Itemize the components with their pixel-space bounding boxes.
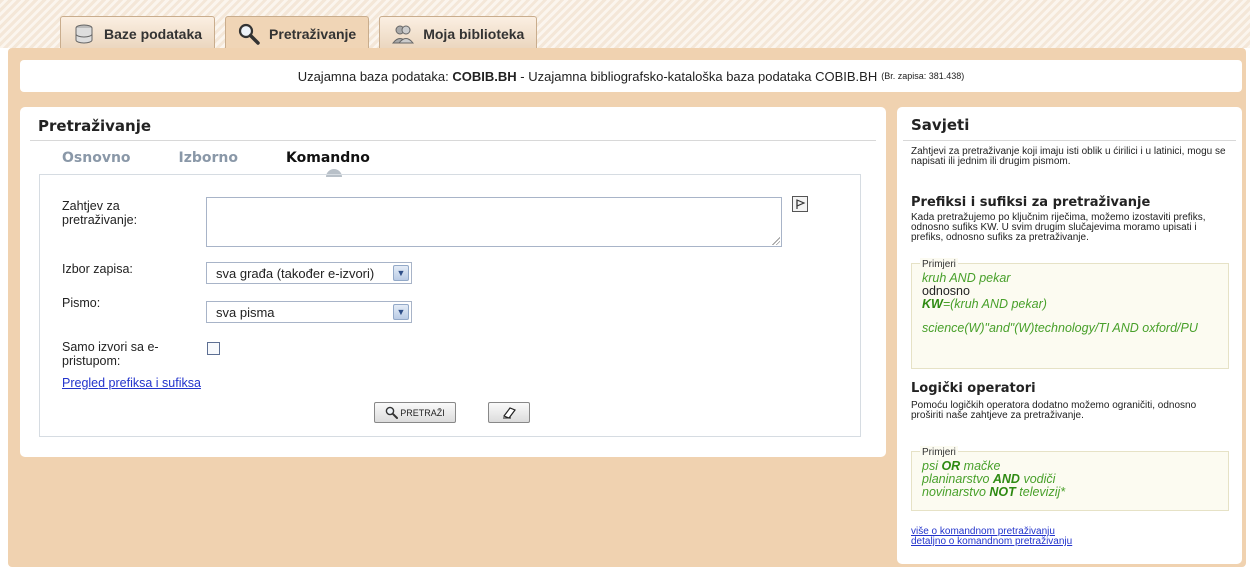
prefix-heading: Prefiksi i sufiksi za pretraživanje (911, 195, 1151, 210)
script-value: sva pisma (216, 304, 275, 320)
resize-handle[interactable] (772, 237, 780, 245)
search-mode-tabs: Osnovno Izborno Komandno (62, 150, 418, 177)
search-form: Zahtjev za pretraživanje: Izbor zapisa: … (39, 174, 861, 437)
eaccess-label: Samo izvori sa e-pristupom: (62, 340, 159, 368)
panel-title: Pretraživanje (38, 117, 152, 135)
examples-legend: Primjeri (920, 446, 958, 459)
search-panel: Pretraživanje Osnovno Izborno Komandno Z… (20, 107, 886, 457)
script-label: Pismo: (62, 296, 101, 310)
example-text: novinarstvo (922, 485, 990, 499)
script-select[interactable]: sva pisma ▼ (206, 301, 412, 323)
example-text: psi (922, 459, 942, 473)
search-button-label: PRETRAŽI (400, 407, 445, 418)
example-line: novinarstvo NOT televizij* (922, 486, 1228, 499)
prefix-examples: Primjeri kruh AND pekar odnosno KW=(kruh… (911, 258, 1229, 369)
chevron-down-icon[interactable]: ▼ (393, 265, 409, 281)
example-keyword: AND (992, 472, 1020, 486)
logic-examples: Primjeri psi OR mačke planinarstvo AND v… (911, 446, 1229, 511)
detailed-command-search-link[interactable]: detaljno o komandnom pretraživanju (911, 537, 1072, 547)
example-text: =(kruh AND pekar) (942, 297, 1047, 311)
tab-label: Pretraživanje (269, 25, 357, 42)
eraser-icon (503, 407, 516, 419)
clear-button[interactable] (488, 402, 530, 423)
example-keyword: OR (941, 459, 961, 473)
example-line: KW=(kruh AND pekar) (922, 298, 1228, 311)
main-tabs: Baze podataka Pretraživanje Moja bibliot… (60, 16, 547, 50)
database-info-bar: Uzajamna baza podataka: COBIB.BH - Uzaja… (20, 60, 1242, 92)
prefix-text: Kada pretražujemo po ključnim riječima, … (911, 212, 1206, 243)
flag-icon[interactable] (792, 196, 808, 212)
subtab-komandno[interactable]: Komandno (286, 150, 370, 177)
example-text: planinarstvo (922, 472, 993, 486)
tips-intro: Zahtjevi za pretraživanje koji imaju ist… (911, 146, 1226, 167)
example-line: science(W)"and"(W)technology/TI AND oxfo… (922, 321, 1198, 335)
search-icon (385, 406, 399, 419)
logic-heading: Logički operatori (911, 381, 1036, 396)
info-desc: - Uzajamna bibliografsko-kataloška baza … (520, 68, 878, 84)
tab-moja-biblioteka[interactable]: Moja biblioteka (379, 16, 538, 50)
record-count: (Br. zapisa: 381.438) (881, 71, 965, 81)
prefix-suffix-link[interactable]: Pregled prefiksa i sufiksa (62, 376, 201, 390)
search-button[interactable]: PRETRAŽI (374, 402, 456, 423)
example-text: vodiči (1019, 472, 1056, 486)
database-icon (73, 23, 95, 45)
divider (903, 140, 1236, 141)
query-label: Zahtjev za pretraživanje: (62, 199, 138, 227)
example-keyword: NOT (989, 485, 1016, 499)
divider (30, 140, 876, 141)
tips-title: Savjeti (911, 116, 970, 134)
record-label: Izbor zapisa: (62, 262, 133, 276)
tab-label: Baze podataka (104, 25, 203, 42)
subtab-izborno[interactable]: Izborno (179, 150, 239, 166)
example-text: mačke (960, 459, 1001, 473)
subtab-osnovno[interactable]: Osnovno (62, 150, 131, 166)
tab-label: Moja biblioteka (423, 25, 525, 42)
example-text: televizij* (1015, 485, 1066, 499)
record-select[interactable]: sva građa (također e-izvori) ▼ (206, 262, 412, 284)
search-icon (238, 23, 260, 45)
tips-panel: Savjeti Zahtjevi za pretraživanje koji i… (897, 107, 1242, 564)
tab-pretrazivanje[interactable]: Pretraživanje (225, 16, 370, 50)
logic-text: Pomoću logičkih operatora dodatno možemo… (911, 400, 1197, 421)
examples-legend: Primjeri (920, 258, 958, 271)
record-value: sva građa (također e-izvori) (216, 265, 375, 281)
query-textarea[interactable] (206, 197, 782, 247)
eaccess-checkbox[interactable] (207, 342, 220, 355)
tab-baze-podataka[interactable]: Baze podataka (60, 16, 216, 50)
db-code: COBIB.BH (452, 68, 517, 84)
info-prefix: Uzajamna baza podataka: (297, 68, 449, 84)
users-icon (392, 23, 415, 45)
chevron-down-icon[interactable]: ▼ (393, 304, 409, 320)
example-keyword: KW (922, 297, 943, 311)
